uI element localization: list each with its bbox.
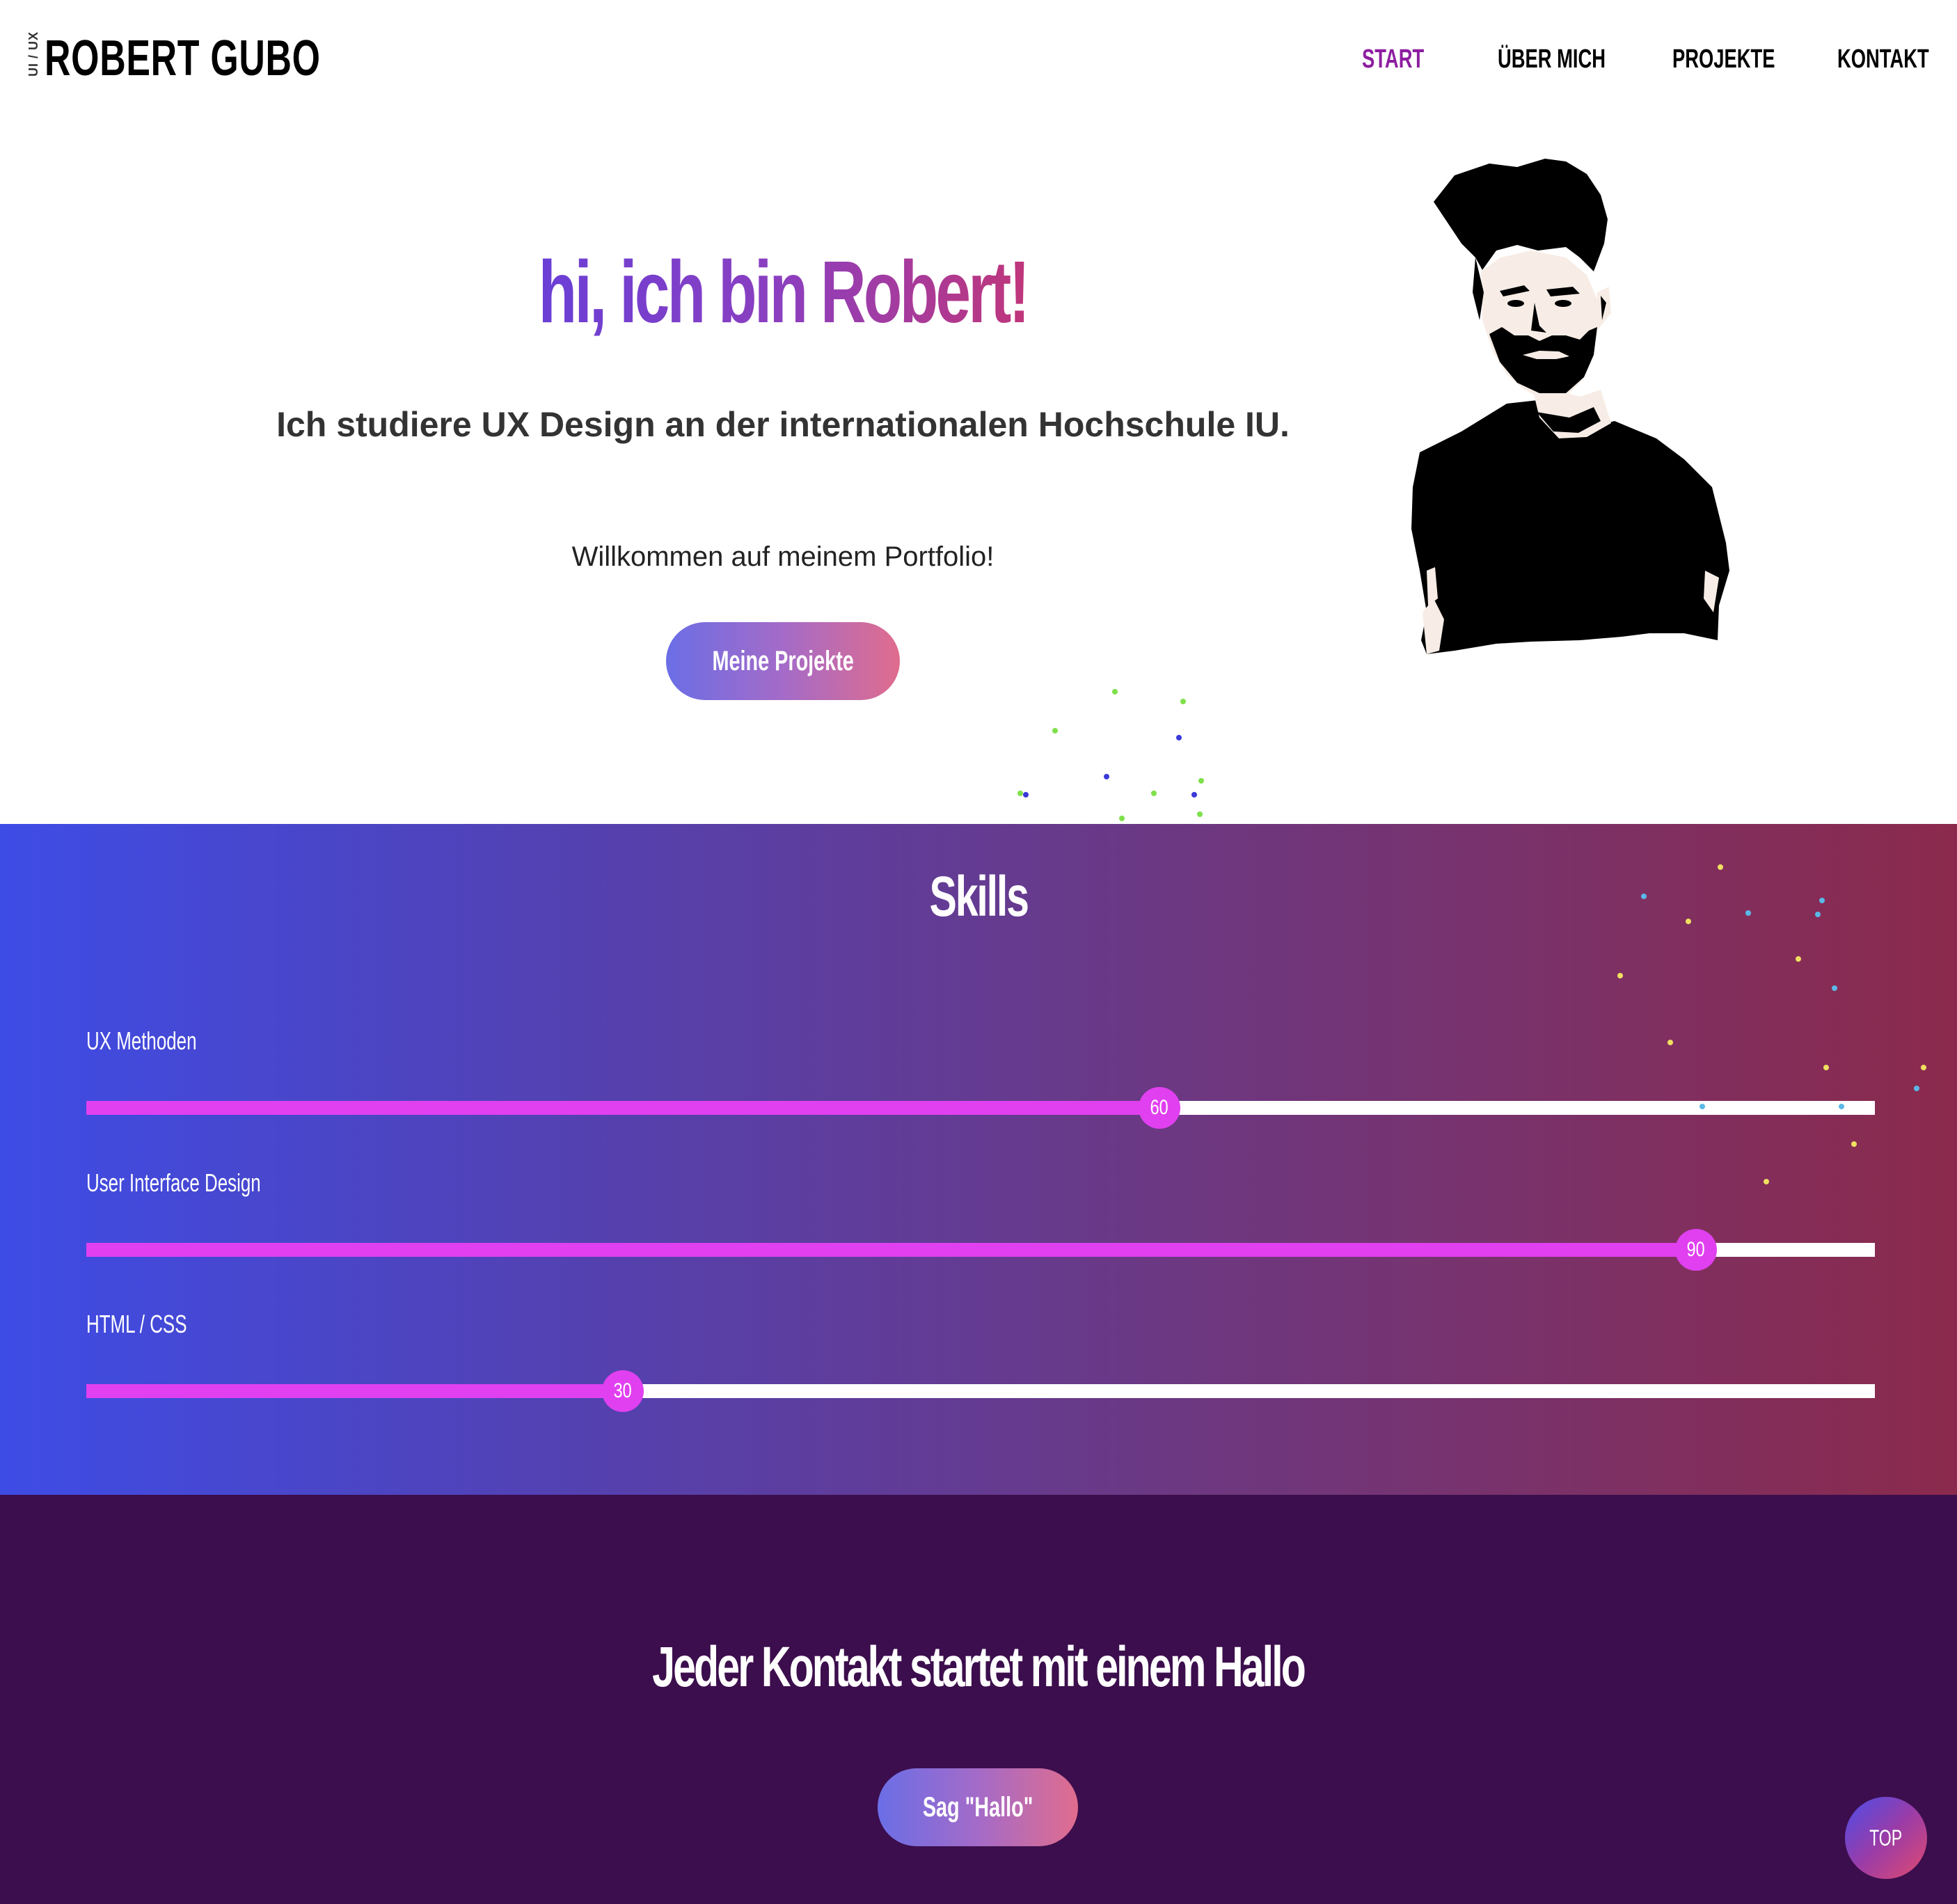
confetti-dot [1832,985,1837,991]
nav-item-projekte[interactable]: PROJEKTE [1672,42,1775,77]
confetti-dot [1176,735,1182,740]
hero-section: hi, ich bin Robert! Ich studiere UX Desi… [0,118,1957,824]
skill-slider-fill [86,1384,623,1398]
confetti-dot [1052,728,1058,733]
skill-label-html-css: HTML / CSS [86,1310,187,1338]
confetti-dot [1112,689,1118,695]
back-to-top-button[interactable]: TOP [1845,1797,1927,1879]
site-header: UI / UX ROBERT GUBO START ÜBER MICH PROJ… [0,0,1957,118]
confetti-dot [1851,1141,1857,1147]
skill-value: 60 [1150,1096,1169,1119]
main-nav: START ÜBER MICH PROJEKTE KONTAKT [0,42,1957,77]
skills-title: Skills [929,865,1029,928]
contact-title: Jeder Kontakt startet mit einem Hallo [652,1635,1307,1699]
confetti-dot [1104,774,1109,779]
portrait-illustration-icon [1411,159,1729,654]
hero-welcome-text: Willkommen auf meinem Portfolio! [571,541,995,572]
confetti-dot [1819,898,1825,903]
confetti-dot [1197,811,1203,817]
confetti-dot [1017,791,1023,796]
confetti-dot [1700,1104,1705,1109]
confetti-dot [1191,792,1197,798]
confetti-dot [1764,1179,1769,1184]
hero-title: hi, ich bin Robert! [538,243,1030,341]
nav-item-start[interactable]: START [1362,42,1424,77]
skill-slider-fill [86,1243,1696,1257]
my-projects-button[interactable]: Meine Projekte [666,622,900,700]
confetti-dot [1815,912,1821,917]
skills-section: Skills UX Methoden 60 User Interface Des… [0,824,1957,1495]
skill-slider-thumb[interactable]: 60 [1139,1087,1180,1129]
confetti-dot [1796,956,1801,962]
confetti-dot [1839,1104,1844,1109]
skill-slider-ux-methoden[interactable]: 60 [86,1087,1875,1129]
confetti-dot [1119,816,1125,821]
confetti-dot [1641,894,1647,899]
skill-label-user-interface-design: User Interface Design [86,1168,261,1197]
confetti-dot [1617,973,1623,978]
contact-section: Jeder Kontakt startet mit einem Hallo Sa… [0,1495,1957,1904]
skill-slider-user-interface-design[interactable]: 90 [86,1229,1875,1271]
confetti-dot [1180,699,1186,704]
skill-slider-thumb[interactable]: 30 [602,1370,644,1412]
hero-subtitle: Ich studiere UX Design an der internatio… [276,405,1290,444]
skill-label-ux-methoden: UX Methoden [86,1026,197,1055]
my-projects-button-label: Meine Projekte [712,645,854,676]
confetti-dot [1667,1040,1673,1045]
confetti-dot [1686,919,1691,924]
skill-value: 90 [1686,1238,1706,1261]
confetti-dot [1198,778,1204,784]
confetti-dot [1745,910,1751,916]
nav-item-ueber-mich[interactable]: ÜBER MICH [1498,42,1606,77]
skill-slider-html-css[interactable]: 30 [86,1370,1875,1412]
say-hello-button-label: Sag "Hallo" [922,1791,1033,1823]
skill-slider-thumb[interactable]: 90 [1675,1229,1717,1271]
confetti-dot [1823,1065,1829,1070]
confetti-dot [1921,1065,1926,1070]
confetti-dot [1151,791,1157,796]
back-to-top-label: TOP [1869,1825,1903,1850]
skill-value: 30 [613,1379,633,1402]
skill-slider-fill [86,1101,1159,1115]
confetti-dot [1718,864,1723,870]
confetti-dot [1914,1086,1919,1091]
confetti-dot [1023,792,1029,798]
say-hello-button[interactable]: Sag "Hallo" [878,1768,1078,1846]
nav-item-kontakt[interactable]: KONTAKT [1837,42,1929,77]
